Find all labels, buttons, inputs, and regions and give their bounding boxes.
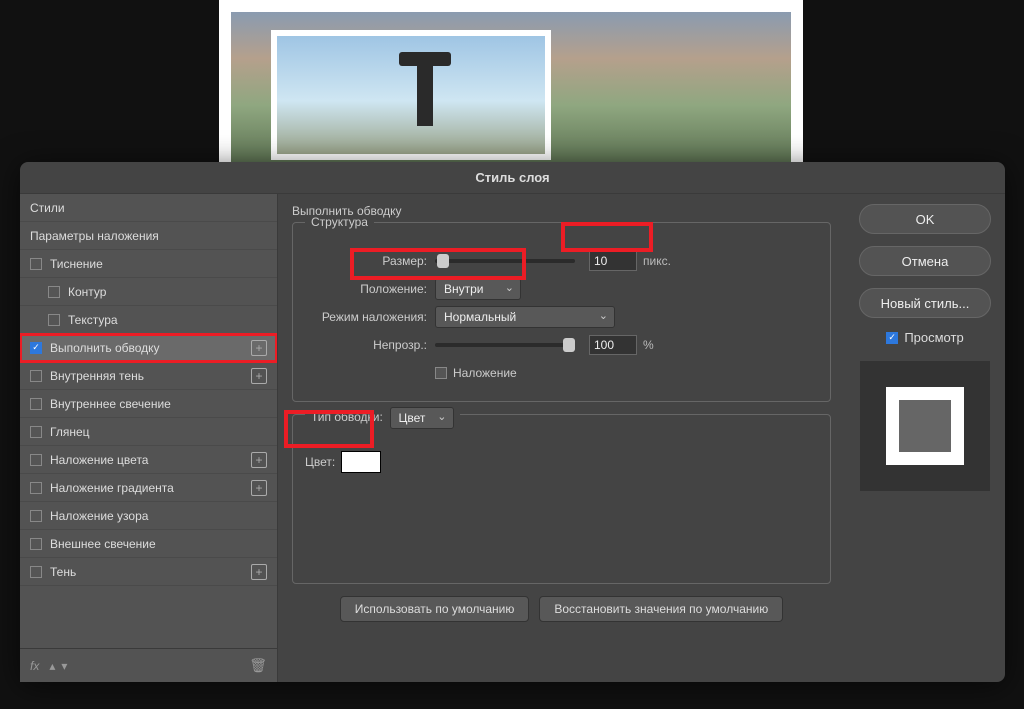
- statue-shape: [417, 66, 433, 126]
- sidebar-item-gradient-overlay[interactable]: Наложение градиента+: [20, 474, 277, 502]
- sidebar-item-pattern-overlay[interactable]: Наложение узора: [20, 502, 277, 530]
- color-swatch[interactable]: [341, 451, 381, 473]
- dialog-title: Стиль слоя: [20, 162, 1005, 194]
- opacity-unit: %: [643, 338, 654, 352]
- sidebar-item-bevel[interactable]: Тиснение: [20, 250, 277, 278]
- sidebar-item-stroke[interactable]: ✓Выполнить обводку+: [20, 334, 277, 362]
- sidebar-item-color-overlay[interactable]: Наложение цвета+: [20, 446, 277, 474]
- color-label: Цвет:: [305, 455, 341, 469]
- opacity-slider[interactable]: [435, 343, 575, 347]
- reset-default-button[interactable]: Восстановить значения по умолчанию: [539, 596, 783, 622]
- preview-toggle[interactable]: Просмотр: [859, 330, 991, 345]
- overprint-label: Наложение: [453, 366, 517, 380]
- sidebar-footer: fx ▴ ▾ 🗑: [20, 648, 277, 682]
- sidebar-styles-header[interactable]: Стили: [20, 194, 277, 222]
- add-icon[interactable]: +: [251, 368, 267, 384]
- position-select[interactable]: Внутри: [435, 278, 521, 300]
- sidebar-item-outer-glow[interactable]: Внешнее свечение: [20, 530, 277, 558]
- settings-panel: Выполнить обводку Структура Размер: пикс…: [278, 194, 845, 682]
- new-style-button[interactable]: Новый стиль...: [859, 288, 991, 318]
- sidebar-blending-header[interactable]: Параметры наложения: [20, 222, 277, 250]
- stroketype-select[interactable]: Цвет: [390, 407, 454, 429]
- sidebar-item-inner-shadow[interactable]: Внутренняя тень+: [20, 362, 277, 390]
- right-column: OK Отмена Новый стиль... Просмотр: [845, 194, 1005, 682]
- add-icon[interactable]: +: [251, 480, 267, 496]
- sidebar: Стили Параметры наложения Тиснение Конту…: [20, 194, 278, 682]
- add-icon[interactable]: +: [251, 564, 267, 580]
- canvas-background: [219, 0, 803, 180]
- size-input[interactable]: [589, 251, 637, 271]
- sidebar-item-satin[interactable]: Глянец: [20, 418, 277, 446]
- blend-mode-select[interactable]: Нормальный: [435, 306, 615, 328]
- structure-group: Структура Размер: пикс. Положение: Внутр…: [292, 222, 831, 402]
- filltype-group: Тип обводки: Цвет Цвет:: [292, 414, 831, 584]
- sidebar-item-inner-glow[interactable]: Внутреннее свечение: [20, 390, 277, 418]
- opacity-input[interactable]: [589, 335, 637, 355]
- opacity-label: Непрозр.:: [305, 338, 435, 352]
- arrow-down-icon[interactable]: ▾: [61, 659, 67, 673]
- sidebar-item-drop-shadow[interactable]: Тень+: [20, 558, 277, 586]
- add-icon[interactable]: +: [251, 340, 267, 356]
- fx-icon[interactable]: fx: [30, 659, 39, 673]
- cancel-button[interactable]: Отмена: [859, 246, 991, 276]
- size-slider[interactable]: [435, 259, 575, 263]
- blend-label: Режим наложения:: [305, 310, 435, 324]
- position-label: Положение:: [305, 282, 435, 296]
- preview-thumbnail: [860, 361, 990, 491]
- trash-icon[interactable]: 🗑: [249, 657, 267, 674]
- arrow-up-icon[interactable]: ▴: [49, 659, 55, 673]
- size-unit: пикс.: [643, 254, 671, 268]
- make-default-button[interactable]: Использовать по умолчанию: [340, 596, 530, 622]
- sidebar-item-contour[interactable]: Контур: [20, 278, 277, 306]
- overprint-checkbox[interactable]: [435, 367, 447, 379]
- size-label: Размер:: [305, 254, 435, 268]
- inner-photo: [271, 30, 551, 160]
- add-icon[interactable]: +: [251, 452, 267, 468]
- ok-button[interactable]: OK: [859, 204, 991, 234]
- sidebar-item-texture[interactable]: Текстура: [20, 306, 277, 334]
- layer-style-dialog: Стиль слоя Стили Параметры наложения Тис…: [20, 162, 1005, 682]
